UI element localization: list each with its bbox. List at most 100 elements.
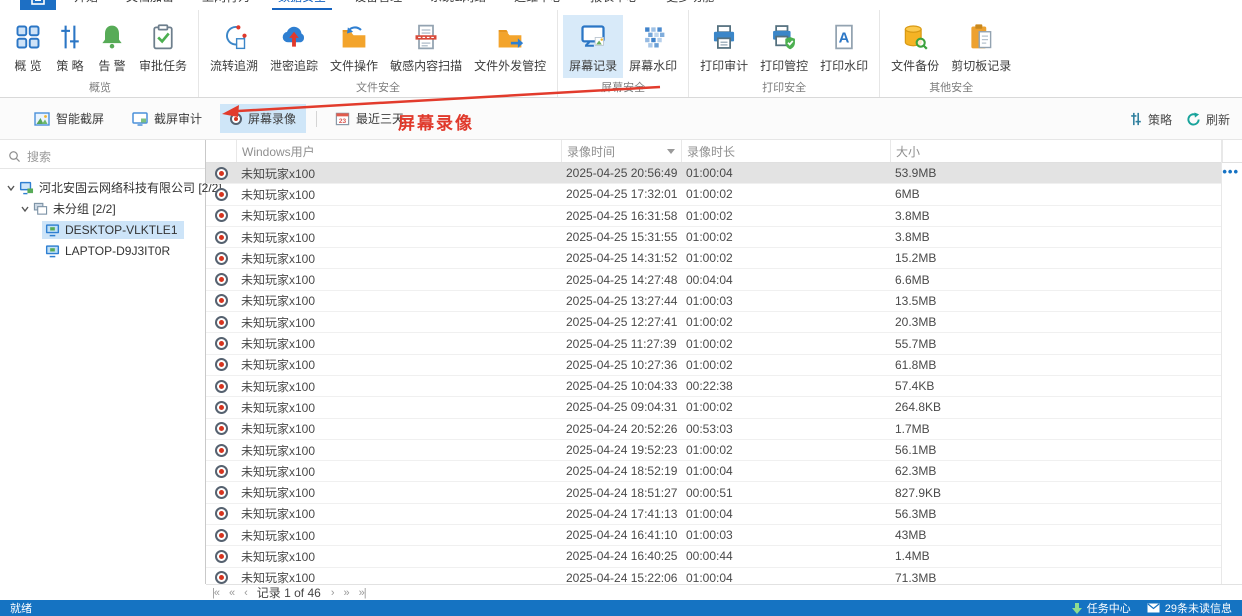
record-icon bbox=[214, 187, 228, 201]
record-icon bbox=[214, 166, 228, 180]
screenshot-audit-button[interactable]: 截屏审计 bbox=[122, 104, 212, 133]
record-icon-cell bbox=[206, 571, 236, 584]
record-icon bbox=[214, 422, 228, 436]
table-row[interactable]: 未知玩家x100 2025-04-24 15:22:06 01:00:04 71… bbox=[206, 568, 1222, 584]
row-size: 3.8MB bbox=[895, 230, 930, 245]
screen-recording-button[interactable]: 屏幕录像 bbox=[220, 104, 307, 133]
row-size: 20.3MB bbox=[895, 315, 937, 330]
table-row[interactable]: 未知玩家x100 2025-04-25 13:27:44 01:00:03 13… bbox=[206, 291, 1222, 313]
database-search-icon bbox=[900, 22, 930, 52]
table-row[interactable]: 未知玩家x100 2025-04-25 14:27:48 00:04:04 6.… bbox=[206, 269, 1222, 291]
task-center-button[interactable]: 任务中心 bbox=[1071, 600, 1131, 616]
row-windows-user: 未知玩家x100 bbox=[241, 400, 316, 415]
toolbar-divider bbox=[316, 110, 318, 127]
table-row[interactable]: 未知玩家x100 2025-04-25 10:27:36 01:00:02 61… bbox=[206, 355, 1222, 376]
table-row[interactable]: 未知玩家x100 2025-04-25 11:27:39 01:00:02 55… bbox=[206, 333, 1222, 355]
file-outgoing-control-button[interactable]: 文件外发管控 bbox=[468, 15, 552, 78]
print-control-button[interactable]: 打印管控 bbox=[754, 15, 814, 78]
folder-arrow-right-icon bbox=[495, 22, 525, 52]
row-duration: 01:00:02 bbox=[686, 400, 733, 415]
table-row[interactable]: 未知玩家x100 2025-04-24 16:41:10 01:00:03 43… bbox=[206, 525, 1222, 547]
row-duration: 01:00:02 bbox=[686, 208, 733, 223]
table-row[interactable]: 未知玩家x100 2025-04-24 20:52:26 00:53:03 1.… bbox=[206, 419, 1222, 440]
chevron-down-icon bbox=[21, 206, 29, 212]
unread-messages-button[interactable]: 29条未读信息 bbox=[1147, 600, 1232, 616]
sensitive-scan-button[interactable]: 敏感内容扫描 bbox=[384, 15, 468, 78]
pager-next-button[interactable]: › bbox=[331, 587, 335, 599]
file-operation-button[interactable]: 文件操作 bbox=[324, 15, 384, 78]
record-icon-cell bbox=[206, 273, 236, 287]
screen-record-button[interactable]: 屏幕记录 bbox=[563, 15, 624, 78]
search-box bbox=[0, 145, 205, 169]
pager-fast-prev-button[interactable]: « bbox=[229, 587, 235, 599]
pager-prev-button[interactable]: ‹ bbox=[244, 587, 248, 599]
refresh-button[interactable]: 刷新 bbox=[1186, 111, 1230, 128]
row-actions-more-icon[interactable]: ••• bbox=[1222, 165, 1239, 178]
leak-trace-button[interactable]: 泄密追踪 bbox=[264, 15, 324, 78]
refresh-icon bbox=[1187, 111, 1200, 125]
tree-item-laptop-d9j3it0r[interactable]: LAPTOP-D9J3IT0R bbox=[0, 240, 205, 261]
tab-home[interactable]: 开始 bbox=[68, 0, 104, 10]
tab-device-mgmt[interactable]: 设备管理 bbox=[348, 0, 408, 10]
image-icon bbox=[34, 111, 50, 126]
table-row[interactable]: 未知玩家x100 2025-04-25 17:32:01 01:00:02 6M… bbox=[206, 184, 1222, 206]
row-size: 57.4KB bbox=[895, 379, 935, 394]
row-duration: 01:00:02 bbox=[686, 251, 733, 266]
table-row[interactable]: 未知玩家x100 2025-04-24 16:40:25 00:00:44 1.… bbox=[206, 546, 1222, 568]
record-icon bbox=[214, 337, 228, 351]
ribbon-group-label: 其他安全 bbox=[929, 82, 974, 94]
device-tree-panel: 河北安固云网络科技有限公司 [2/2] 未分组 [2/2] DESKTOP-VL… bbox=[0, 140, 222, 584]
tree-item-desktop-vlktle1[interactable]: DESKTOP-VLKTLE1 bbox=[0, 219, 205, 240]
alert-button[interactable]: 告 警 bbox=[91, 15, 133, 78]
approval-tasks-button[interactable]: 审批任务 bbox=[133, 15, 193, 78]
header-size[interactable]: 大小 bbox=[890, 140, 1222, 162]
tab-report-center[interactable]: 报表中心 bbox=[584, 0, 644, 10]
search-input[interactable] bbox=[27, 149, 197, 164]
pager-last-button[interactable]: »| bbox=[359, 587, 367, 599]
overview-button[interactable]: 概 览 bbox=[7, 15, 49, 78]
table-row[interactable]: 未知玩家x100 2025-04-25 10:04:33 00:22:38 57… bbox=[206, 376, 1222, 398]
row-duration: 01:00:03 bbox=[686, 528, 733, 543]
pager-first-button[interactable]: |« bbox=[212, 587, 220, 599]
tree-item-ungrouped[interactable]: 未分组 [2/2] bbox=[0, 198, 205, 219]
clipboard-record-button[interactable]: 剪切板记录 bbox=[945, 15, 1017, 78]
table-row[interactable]: 未知玩家x100 2025-04-25 09:04:31 01:00:02 26… bbox=[206, 397, 1222, 419]
record-icon bbox=[214, 251, 228, 265]
record-icon-cell bbox=[206, 337, 236, 351]
table-row[interactable]: 未知玩家x100 2025-04-25 14:31:52 01:00:02 15… bbox=[206, 248, 1222, 270]
header-record-time[interactable]: 录像时间 bbox=[561, 140, 681, 162]
pager-fast-next-button[interactable]: » bbox=[344, 587, 350, 599]
table-row[interactable]: 未知玩家x100 2025-04-25 20:56:49 01:00:04 53… bbox=[206, 163, 1222, 185]
bell-icon bbox=[97, 22, 127, 52]
row-duration: 01:00:02 bbox=[686, 357, 733, 372]
tab-ops-center[interactable]: 运维中心 bbox=[508, 0, 568, 10]
flow-trace-button[interactable]: 流转追溯 bbox=[204, 15, 264, 78]
print-watermark-button[interactable]: A 打印水印 bbox=[814, 15, 874, 78]
row-record-time: 2025-04-25 13:27:44 bbox=[566, 293, 678, 308]
table-row[interactable]: 未知玩家x100 2025-04-25 12:27:41 01:00:02 20… bbox=[206, 312, 1222, 334]
table-row[interactable]: 未知玩家x100 2025-04-24 17:41:13 01:00:04 56… bbox=[206, 504, 1222, 526]
policy-link[interactable]: 策略 bbox=[1129, 111, 1172, 128]
table-row[interactable]: 未知玩家x100 2025-04-24 18:52:19 01:00:04 62… bbox=[206, 461, 1222, 483]
tree-item-company[interactable]: 河北安固云网络科技有限公司 [2/2] bbox=[0, 177, 222, 198]
tab-web-behavior[interactable]: 上网行为 bbox=[196, 0, 256, 10]
table-row[interactable]: 未知玩家x100 2025-04-25 15:31:55 01:00:02 3.… bbox=[206, 227, 1222, 249]
header-windows-user[interactable]: Windows用户 bbox=[236, 140, 561, 162]
tab-system-network[interactable]: 系统&网络 bbox=[424, 0, 492, 10]
print-audit-button[interactable]: 打印审计 bbox=[694, 15, 754, 78]
screen-watermark-button[interactable]: 屏幕水印 bbox=[623, 15, 683, 78]
app-menu-button[interactable] bbox=[20, 0, 56, 10]
table-row[interactable]: 未知玩家x100 2025-04-24 18:51:27 00:00:51 82… bbox=[206, 482, 1222, 504]
record-icon-cell bbox=[206, 294, 236, 308]
file-backup-button[interactable]: 文件备份 bbox=[885, 15, 945, 78]
policy-button[interactable]: 策 略 bbox=[49, 15, 91, 78]
tab-doc-encryption[interactable]: 文档加密 bbox=[120, 0, 180, 10]
header-duration[interactable]: 录像时长 bbox=[681, 140, 890, 162]
tab-more-features[interactable]: 更多功能 bbox=[660, 0, 720, 10]
smart-screenshot-button[interactable]: 智能截屏 bbox=[24, 104, 114, 133]
printer-icon bbox=[709, 22, 739, 52]
table-row[interactable]: 未知玩家x100 2025-04-24 19:52:23 01:00:02 56… bbox=[206, 440, 1222, 462]
record-icon bbox=[214, 315, 228, 329]
tab-data-security[interactable]: 数据安全 bbox=[272, 0, 333, 10]
table-row[interactable]: 未知玩家x100 2025-04-25 16:31:58 01:00:02 3.… bbox=[206, 206, 1222, 227]
